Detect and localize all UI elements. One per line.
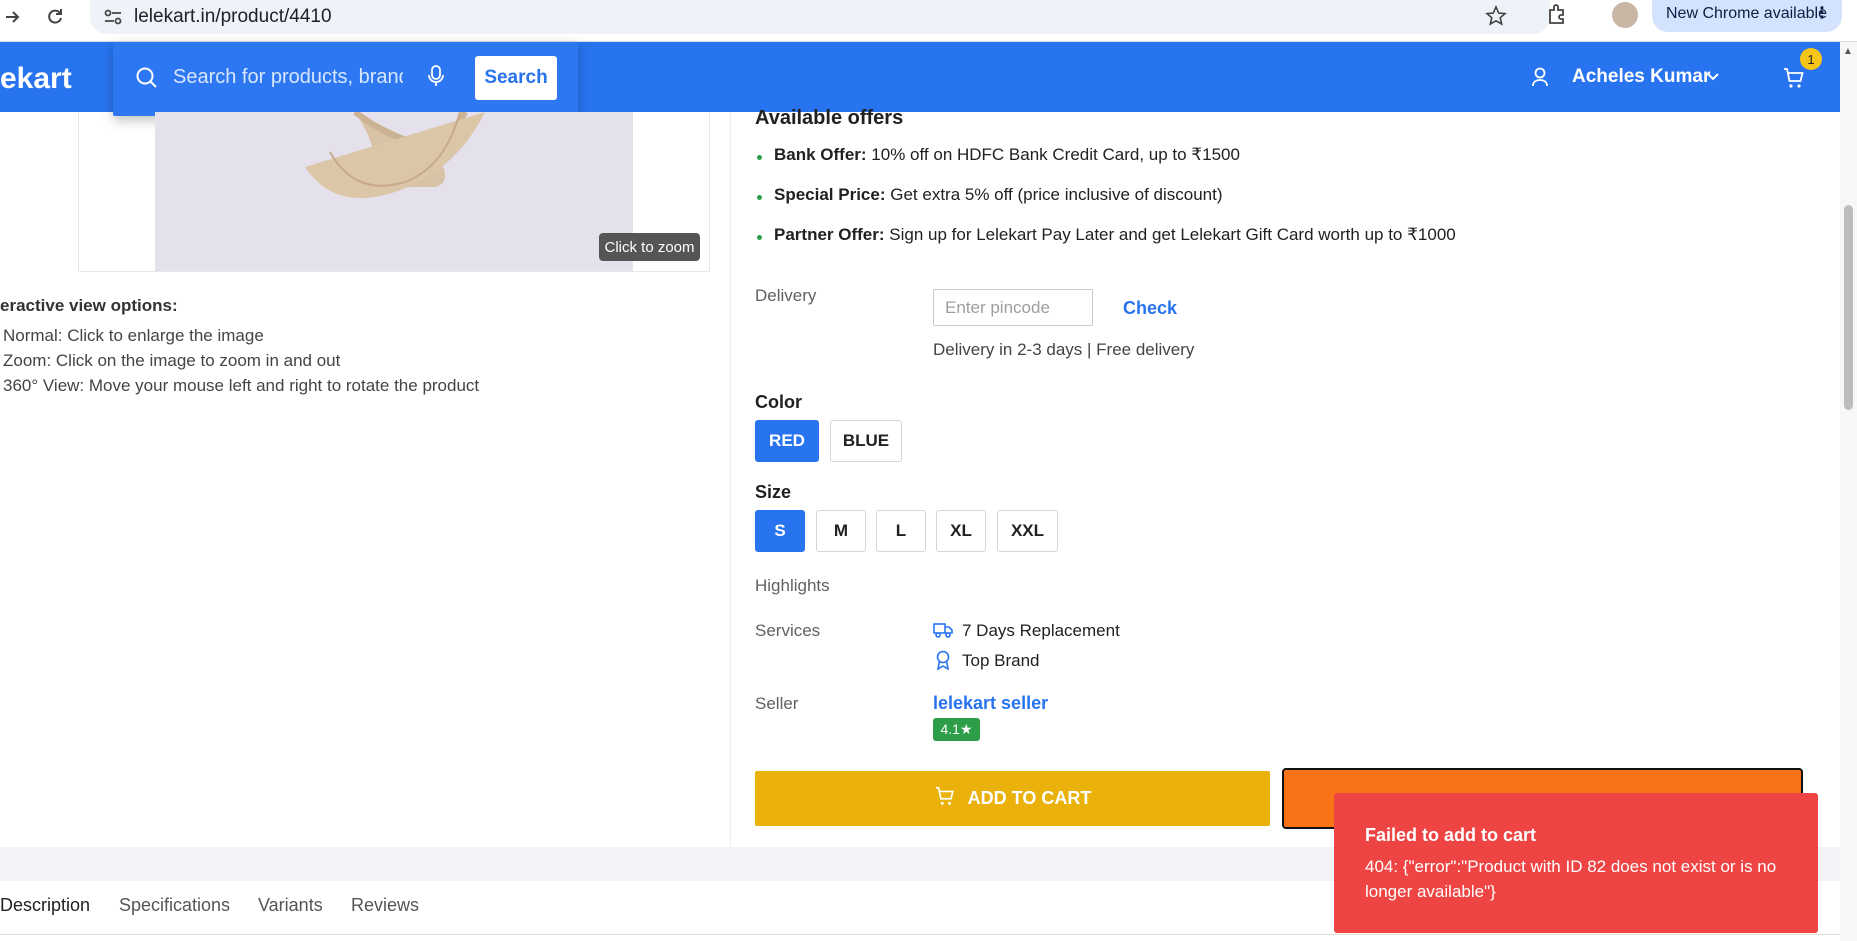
offer-bullet bbox=[757, 195, 762, 200]
size-title: Size bbox=[755, 482, 792, 502]
seller-link[interactable]: lelekart seller bbox=[933, 693, 1048, 714]
scroll-up-arrow-icon[interactable]: ▲ bbox=[1843, 46, 1853, 57]
offer-text: 10% off on HDFC Bank Credit Card, up to … bbox=[866, 145, 1240, 164]
add-to-cart-label: ADD TO CART bbox=[967, 788, 1092, 808]
pincode-input[interactable]: Enter pincode bbox=[933, 289, 1093, 326]
size-option-l[interactable]: L bbox=[876, 510, 926, 552]
tab-specifications[interactable]: Specifications bbox=[119, 895, 230, 916]
services-label: Services bbox=[755, 621, 821, 640]
user-menu[interactable]: Acheles Kumar bbox=[1572, 66, 1710, 88]
new-chrome-label: New Chrome available bbox=[1666, 5, 1827, 22]
tab-description[interactable]: Description bbox=[0, 895, 91, 916]
offer-bullet bbox=[757, 235, 762, 240]
color-title: Color bbox=[755, 392, 802, 412]
add-to-cart-button[interactable]: ADD TO CART bbox=[755, 771, 1270, 826]
search-button[interactable]: Search bbox=[475, 56, 557, 100]
browser-toolbar: lelekart.in/product/4410 New Chrome avai… bbox=[0, 0, 1857, 42]
toast-message: 404: {"error":"Product with ID 82 does n… bbox=[1365, 857, 1777, 901]
offers-title: Available offers bbox=[755, 107, 904, 129]
offer-bank: Bank Offer: 10% off on HDFC Bank Credit … bbox=[774, 145, 1240, 165]
size-option-xxl[interactable]: XXL bbox=[997, 510, 1058, 552]
delivery-info: Delivery in 2-3 days | Free delivery bbox=[933, 340, 1195, 359]
user-icon bbox=[1530, 66, 1550, 93]
scrollbar-thumb[interactable] bbox=[1844, 205, 1853, 410]
delivery-label: Delivery bbox=[755, 286, 817, 305]
offer-label: Special Price: bbox=[774, 185, 886, 204]
offer-text: Sign up for Lelekart Pay Later and get L… bbox=[884, 225, 1456, 244]
offer-label: Bank Offer: bbox=[774, 145, 867, 164]
site-header: ekart Search for products, brands Search… bbox=[0, 42, 1840, 116]
column-divider bbox=[730, 112, 731, 846]
bookmark-star-icon[interactable] bbox=[1485, 5, 1507, 32]
chevron-down-icon[interactable] bbox=[1705, 68, 1721, 89]
page-scrollbar[interactable]: ▲ bbox=[1840, 42, 1857, 941]
color-option-blue[interactable]: BLUE bbox=[830, 420, 902, 462]
kebab-menu-icon[interactable]: ⋮ bbox=[1814, 3, 1830, 23]
new-chrome-button[interactable]: New Chrome available ⋮ bbox=[1652, 0, 1842, 32]
view-option-360: 360° View: Move your mouse left and righ… bbox=[3, 376, 480, 395]
offer-partner: Partner Offer: Sign up for Lelekart Pay … bbox=[774, 225, 1456, 245]
highlights-label: Highlights bbox=[755, 576, 830, 595]
color-option-red[interactable]: RED bbox=[755, 420, 819, 462]
error-toast: Failed to add to cart 404: {"error":"Pro… bbox=[1334, 793, 1818, 933]
cart-icon bbox=[934, 785, 956, 812]
offer-special-price: Special Price: Get extra 5% off (price i… bbox=[774, 185, 1223, 205]
search-input[interactable]: Search for products, brands bbox=[173, 66, 403, 89]
site-info-icon[interactable] bbox=[102, 6, 124, 33]
service-top-brand: Top Brand bbox=[962, 651, 1040, 670]
award-icon bbox=[935, 650, 951, 675]
tab-reviews[interactable]: Reviews bbox=[351, 895, 419, 916]
address-bar[interactable]: lelekart.in/product/4410 bbox=[90, 0, 1550, 34]
search-icon bbox=[135, 66, 159, 95]
interactive-view-title: eractive view options: bbox=[0, 296, 178, 315]
cart-count-badge: 1 bbox=[1800, 48, 1822, 70]
truck-icon bbox=[933, 621, 953, 644]
view-option-zoom: Zoom: Click on the image to zoom in and … bbox=[3, 351, 341, 370]
microphone-icon[interactable] bbox=[426, 64, 446, 93]
search-bar: Search for products, brands Search bbox=[113, 42, 578, 116]
service-replacement: 7 Days Replacement bbox=[962, 621, 1120, 640]
check-pincode-button[interactable]: Check bbox=[1123, 298, 1177, 319]
url-text: lelekart.in/product/4410 bbox=[134, 6, 332, 27]
offer-label: Partner Offer: bbox=[774, 225, 885, 244]
site-logo[interactable]: ekart bbox=[0, 62, 72, 96]
tab-variants[interactable]: Variants bbox=[258, 895, 323, 916]
toast-title: Failed to add to cart bbox=[1365, 825, 1537, 845]
size-option-s[interactable]: S bbox=[755, 510, 805, 552]
view-option-normal: Normal: Click to enlarge the image bbox=[3, 326, 264, 345]
click-to-zoom-tooltip: Click to zoom bbox=[599, 233, 700, 261]
product-image[interactable] bbox=[155, 112, 633, 271]
offer-text: Get extra 5% off (price inclusive of dis… bbox=[885, 185, 1223, 204]
profile-avatar[interactable] bbox=[1612, 2, 1638, 28]
forward-icon[interactable] bbox=[0, 4, 26, 30]
offer-bullet bbox=[757, 155, 762, 160]
size-option-m[interactable]: M bbox=[816, 510, 866, 552]
size-option-xl[interactable]: XL bbox=[936, 510, 986, 552]
seller-label: Seller bbox=[755, 694, 799, 713]
reload-icon[interactable] bbox=[42, 4, 68, 30]
extensions-icon[interactable] bbox=[1546, 2, 1570, 31]
seller-rating-badge: 4.1★ bbox=[933, 718, 980, 741]
cart-icon[interactable] bbox=[1782, 66, 1806, 95]
